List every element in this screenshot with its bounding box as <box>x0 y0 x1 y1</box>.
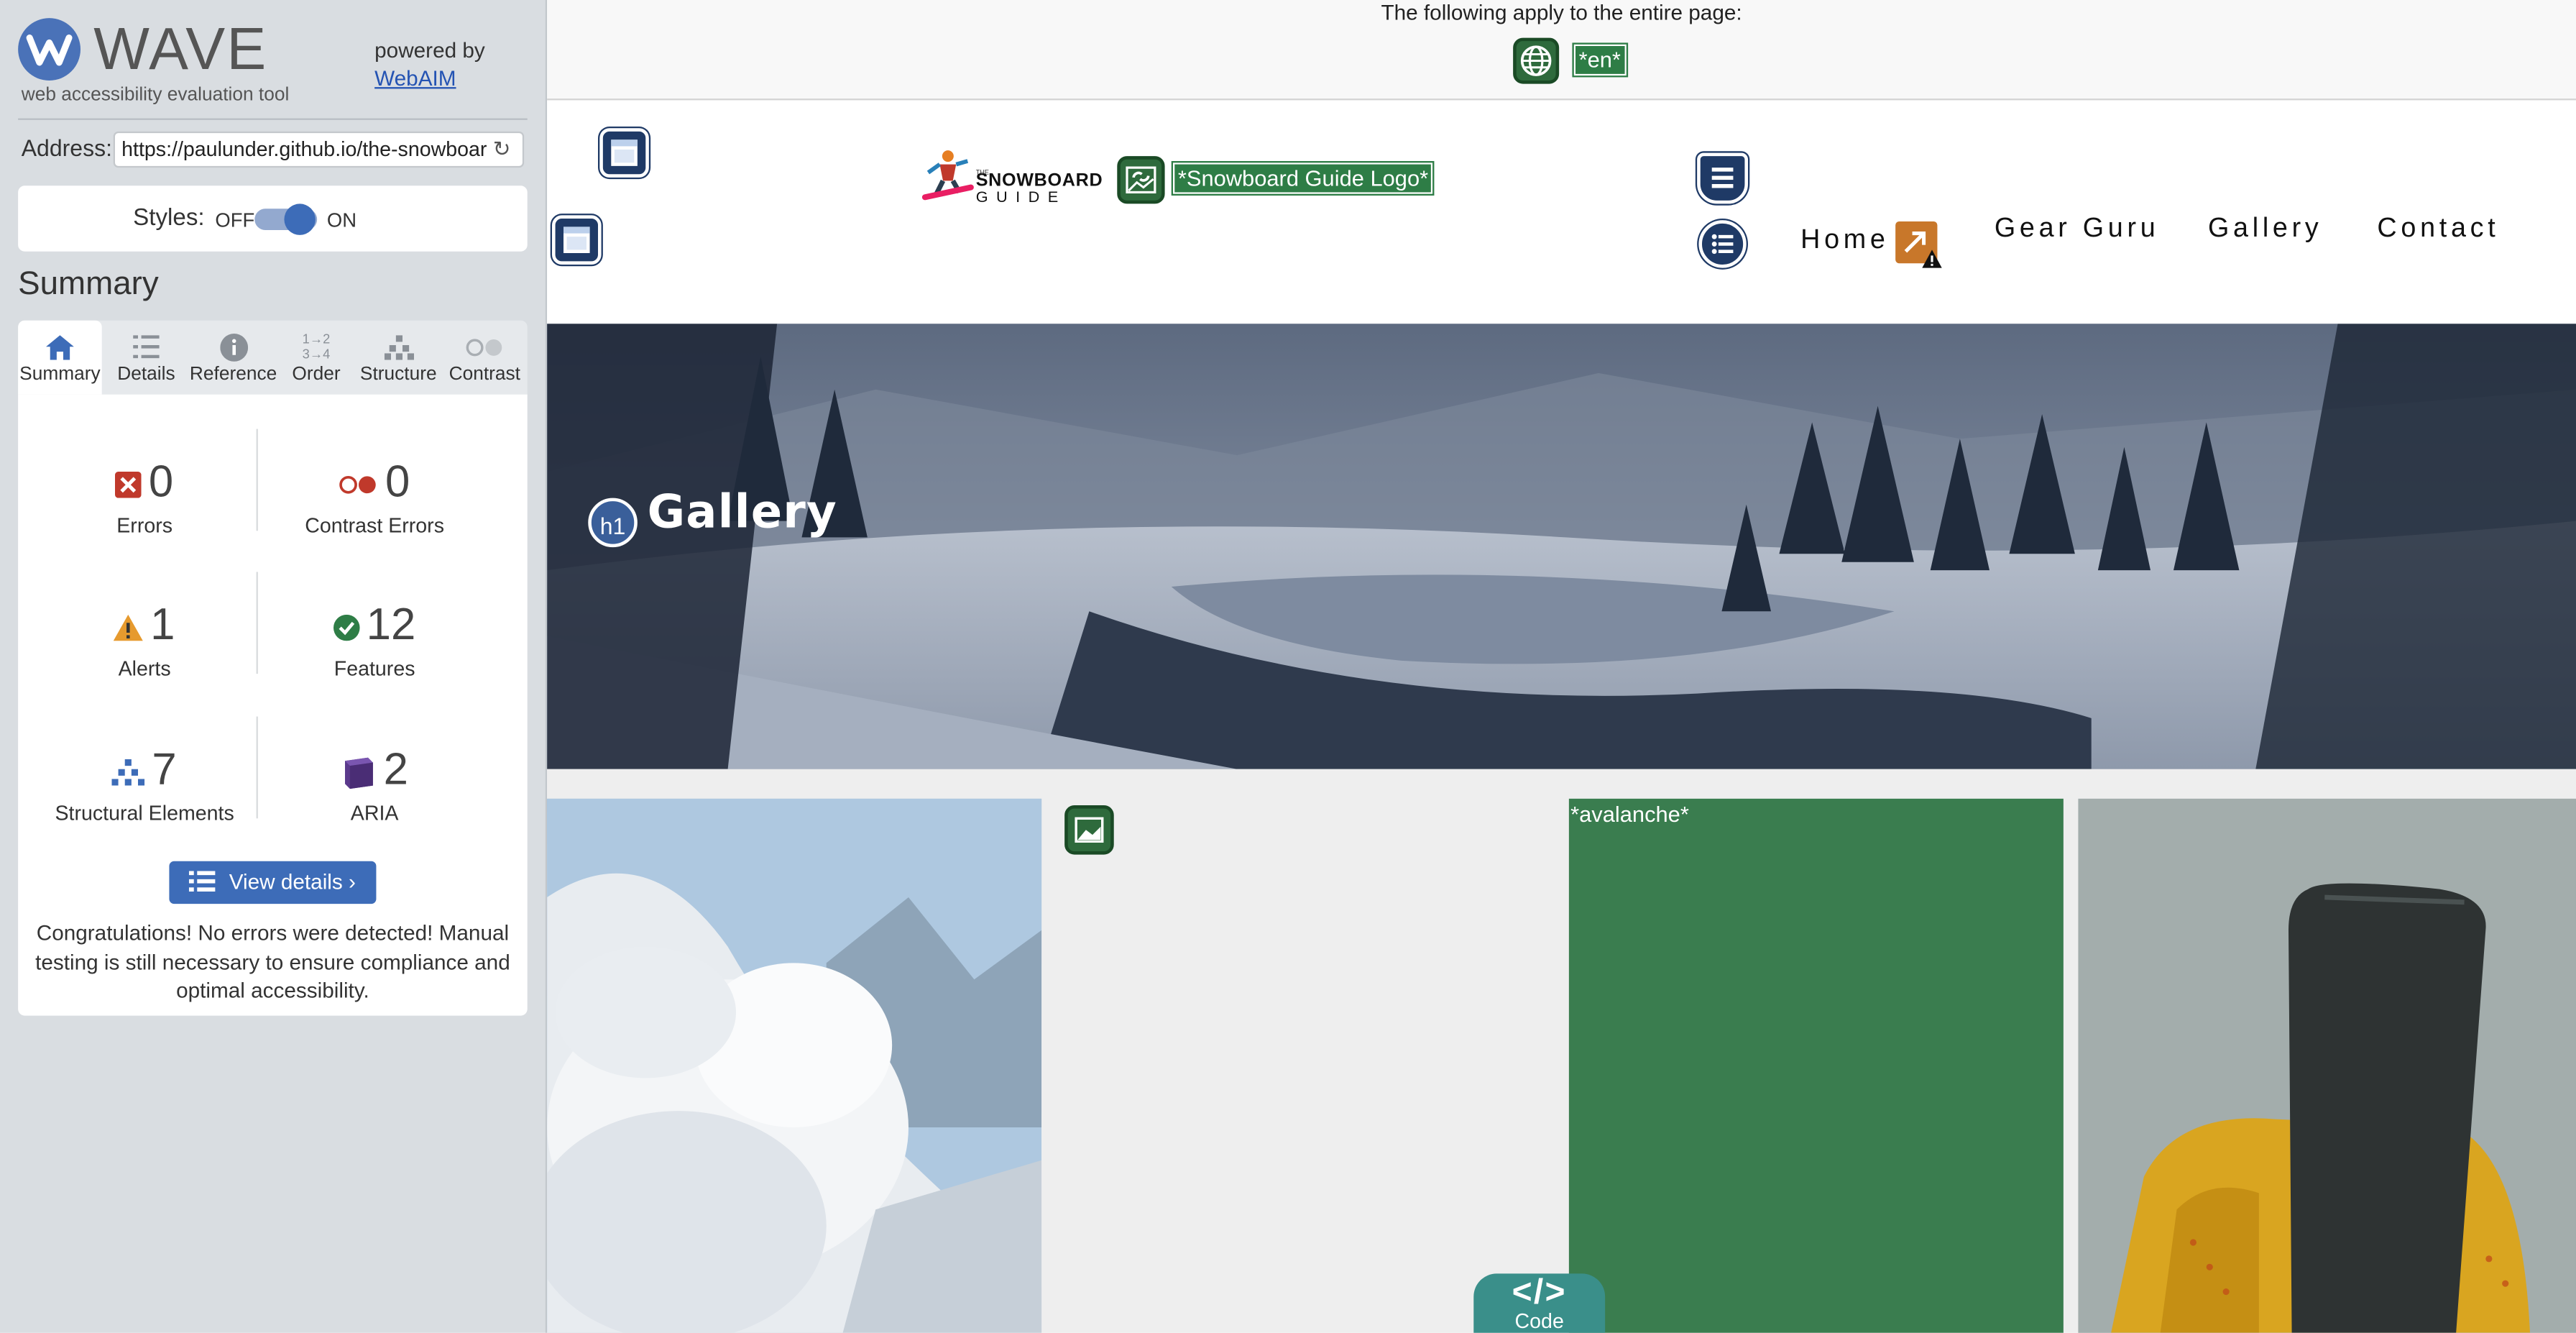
code-toggle-button[interactable]: </> Code <box>1473 1273 1606 1333</box>
contrast-errors-label: Contrast Errors <box>305 514 444 538</box>
nav-contact[interactable]: Contact <box>2377 214 2499 244</box>
powered-by-label: powered by <box>374 37 485 63</box>
tab-reference[interactable]: Reference <box>188 321 280 395</box>
snowboarder-photo <box>2078 798 2576 1333</box>
tab-label: Contrast <box>448 365 520 385</box>
stat-aria[interactable]: 2 ARIA <box>259 744 489 825</box>
tab-label: Reference <box>189 365 277 385</box>
hero-banner: h1 Gallery <box>547 324 2576 769</box>
stat-features[interactable]: 12 Features <box>259 600 489 680</box>
wave-title: WAVE <box>93 14 268 83</box>
errors-count: 0 <box>148 457 174 506</box>
language-globe-icon[interactable] <box>1513 37 1560 84</box>
wave-subtitle: web accessibility evaluation tool <box>21 85 290 106</box>
image-alt-icon[interactable] <box>1064 805 1114 855</box>
page-notice: The following apply to the entire page: <box>1381 0 1742 25</box>
errors-label: Errors <box>116 514 173 538</box>
error-icon <box>116 471 142 498</box>
address-label: Address: <box>21 134 112 161</box>
header-region-icon[interactable] <box>551 215 602 265</box>
list-icon <box>105 329 187 365</box>
view-details-button[interactable]: View details › <box>169 861 377 904</box>
code-label: Code <box>1514 1309 1564 1333</box>
aria-count: 2 <box>383 744 409 794</box>
wave-tabs: Summary Details Reference 1→23→4 Order <box>18 320 528 395</box>
navigation-region-icon[interactable] <box>1697 152 1748 204</box>
aria-cube-icon <box>346 757 374 789</box>
styles-off-label: OFF <box>215 209 255 232</box>
congrats-message: Congratulations! No errors were detected… <box>35 920 510 1003</box>
stat-structural[interactable]: 7 Structural Elements <box>29 744 259 825</box>
header-region-icon[interactable] <box>599 128 649 178</box>
contrast-icon <box>442 329 528 365</box>
h1-heading-icon[interactable]: h1 <box>588 498 638 548</box>
structural-count: 7 <box>152 744 177 794</box>
styles-toggle-knob[interactable] <box>284 203 316 235</box>
tab-structure[interactable]: Structure <box>355 321 442 395</box>
logo-alt-text-tag: *Snowboard Guide Logo* <box>1171 160 1435 196</box>
snowboard-guide-logo[interactable]: THE SNOWBOARD GUIDE <box>920 148 1103 211</box>
styles-toggle-panel: Styles: OFF ON <box>18 185 528 252</box>
tab-summary[interactable]: Summary <box>18 320 102 395</box>
avalanche-illustration <box>547 798 1042 1333</box>
wave-sidebar: WAVE web accessibility evaluation tool p… <box>0 0 548 1333</box>
home-icon <box>18 329 102 365</box>
wave-logo-icon <box>18 18 80 81</box>
summary-panel: 0 Errors 0 Contrast Errors 1 Alerts 12 F… <box>18 394 528 1016</box>
webaim-link[interactable]: WebAIM <box>374 65 456 90</box>
structural-label: Structural Elements <box>55 802 234 825</box>
alerts-label: Alerts <box>118 657 171 681</box>
list-icon <box>189 871 216 892</box>
styles-label: Styles: <box>133 205 205 232</box>
site-header <box>547 100 2576 324</box>
features-label: Features <box>334 657 415 681</box>
stat-alerts[interactable]: 1 Alerts <box>29 600 259 680</box>
nav-gear-guru[interactable]: Gear Guru <box>1995 214 2160 244</box>
stat-contrast-errors[interactable]: 0 Contrast Errors <box>259 457 489 537</box>
tab-label: Order <box>292 365 341 385</box>
divider <box>18 118 528 120</box>
tab-order[interactable]: 1→2 3→4 Order <box>280 321 354 395</box>
redundant-link-alert-icon[interactable] <box>1892 219 1944 270</box>
view-details-label: View details › <box>229 869 356 894</box>
info-icon <box>188 329 280 365</box>
address-input[interactable]: https://paulunder.github.io/the-snowboar <box>113 131 525 168</box>
logo-text-guide: GUIDE <box>975 188 1067 207</box>
snowy-forest-illustration <box>547 324 2576 769</box>
tab-contrast[interactable]: Contrast <box>442 321 528 395</box>
unordered-list-icon[interactable] <box>1698 220 1747 268</box>
tab-label: Summary <box>19 365 101 385</box>
styles-on-label: ON <box>326 209 356 232</box>
alerts-count: 1 <box>150 600 175 649</box>
avalanche-alt-text-overlay: *avalanche* <box>1568 798 2064 1333</box>
snowboarder-illustration <box>2078 798 2576 1333</box>
refresh-icon[interactable]: ↻ <box>493 137 511 163</box>
contrast-error-icon <box>340 475 377 494</box>
powered-by: powered by WebAIM <box>374 36 485 92</box>
structure-icon <box>112 759 146 786</box>
aria-label: ARIA <box>350 802 399 825</box>
tab-label: Details <box>117 365 175 385</box>
nav-home[interactable]: Home <box>1800 225 1889 256</box>
avalanche-photo <box>547 798 1042 1333</box>
structure-icon <box>355 329 442 365</box>
contrast-errors-count: 0 <box>385 457 410 506</box>
language-tag: *en* <box>1572 42 1628 78</box>
logo-text-snowboard: SNOWBOARD <box>975 170 1103 191</box>
features-count: 12 <box>366 600 416 649</box>
stat-errors[interactable]: 0 Errors <box>29 457 259 537</box>
feature-check-icon <box>333 614 360 641</box>
alert-icon <box>114 614 144 641</box>
linked-image-icon[interactable] <box>1117 156 1165 204</box>
snowboarder-icon <box>921 150 974 201</box>
code-icon: </> <box>1512 1273 1567 1311</box>
page-wide-notice-bar: The following apply to the entire page: … <box>547 0 2576 101</box>
page-title: Gallery <box>647 485 837 539</box>
tab-details[interactable]: Details <box>105 321 187 395</box>
tab-label: Structure <box>359 365 437 385</box>
nav-gallery[interactable]: Gallery <box>2208 214 2322 244</box>
summary-heading: Summary <box>18 266 159 303</box>
avalanche-alt-text: *avalanche* <box>1570 802 1689 827</box>
order-icon: 1→2 3→4 <box>302 331 331 362</box>
